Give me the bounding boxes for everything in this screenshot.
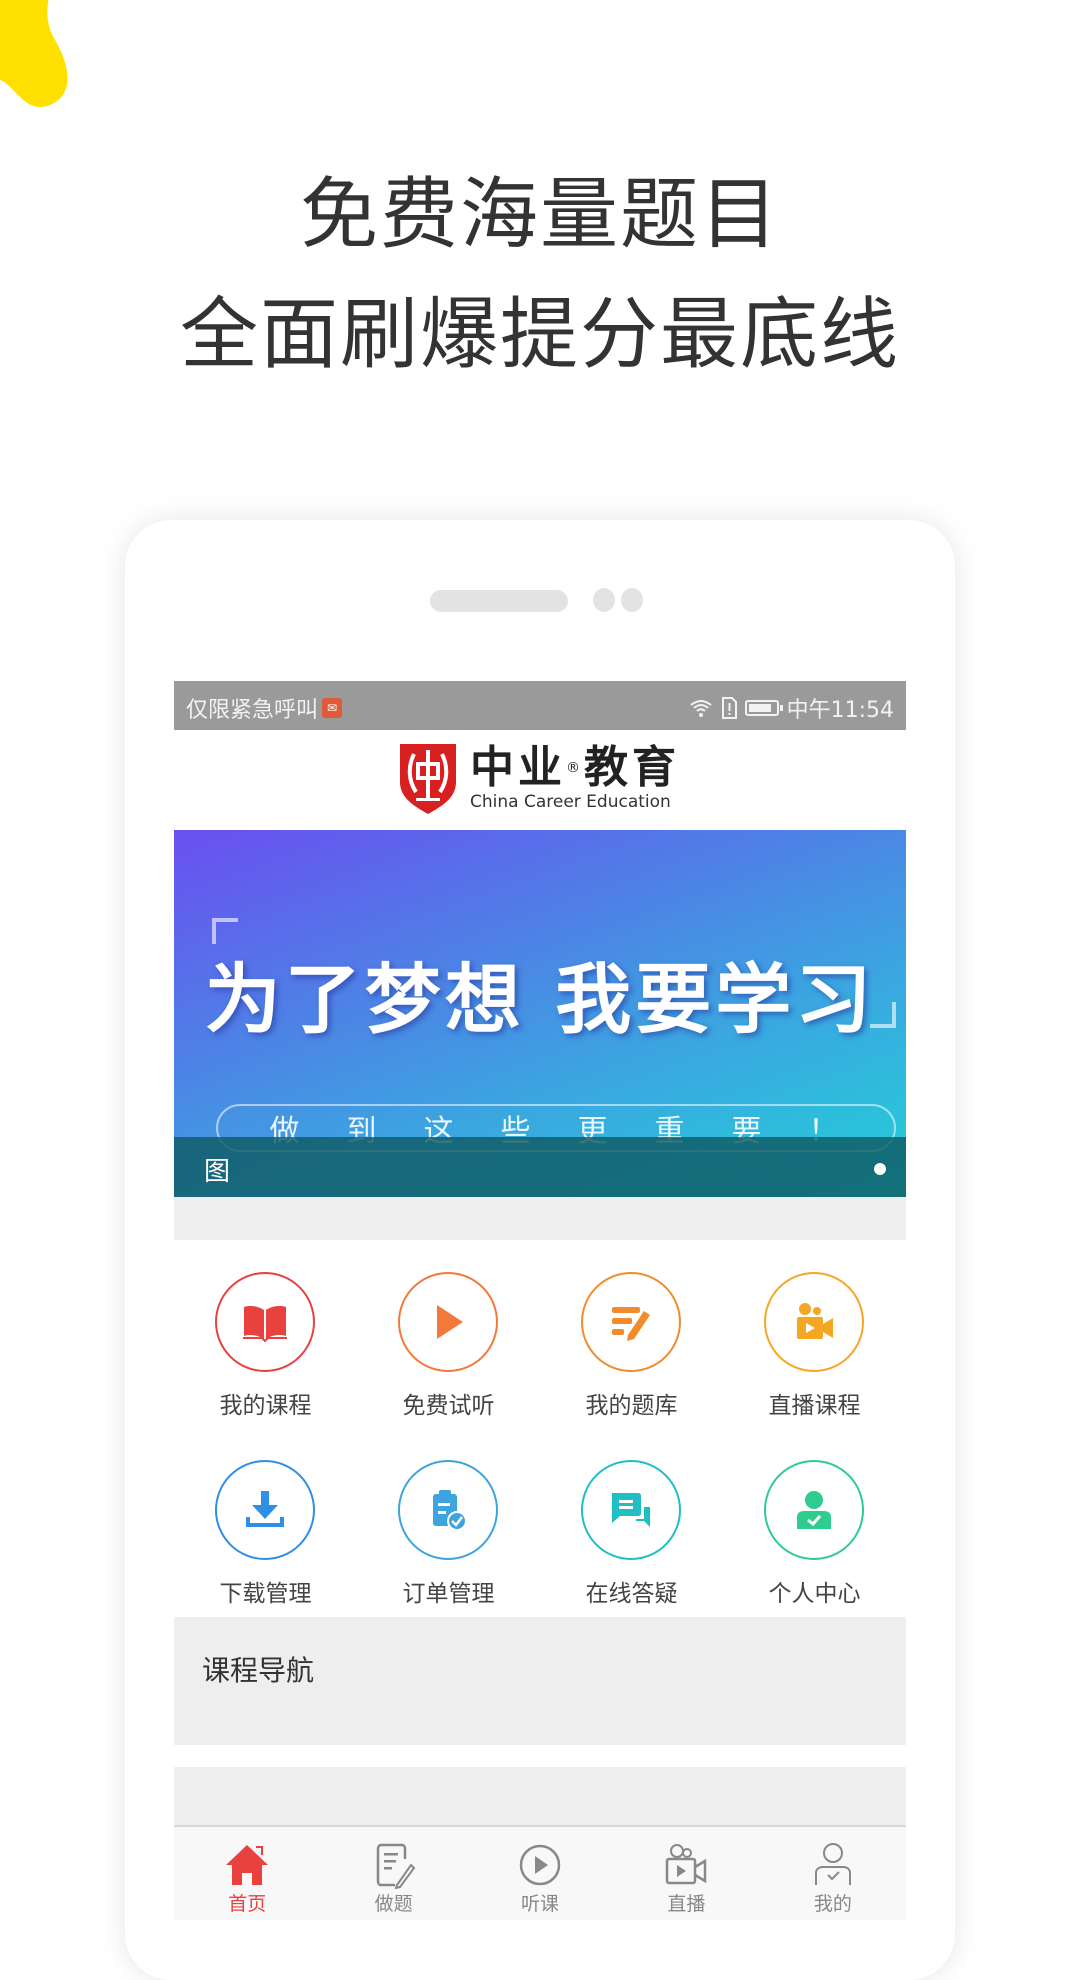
play-icon: [437, 1305, 463, 1339]
grid-item-label: 在线答疑: [585, 1581, 678, 1607]
section-divider: [174, 1745, 906, 1767]
user-check-icon: [797, 1491, 831, 1529]
icon-circle: [764, 1272, 864, 1372]
icon-circle: [398, 1460, 498, 1560]
grid-item-orders[interactable]: 订单管理: [357, 1460, 540, 1630]
grid-item-online-qa[interactable]: 在线答疑: [540, 1460, 723, 1630]
status-bar: 仅限紧急呼叫 ✉ 中午11:54: [174, 681, 906, 730]
content-placeholder: [174, 1767, 906, 1825]
video-camera-icon: [666, 1844, 707, 1885]
phone-camera: [621, 588, 643, 612]
battery-icon: [744, 700, 783, 716]
grid-item-label: 直播课程: [768, 1393, 861, 1419]
brand-name-cn-2: 教育: [584, 742, 680, 793]
yellow-blob-decoration: [0, 0, 68, 107]
course-navigation-section: 课程导航: [174, 1617, 906, 1745]
icon-circle: [215, 1460, 315, 1560]
brand-shield-icon: [400, 744, 456, 814]
tab-label: 我的: [813, 1893, 852, 1915]
user-icon: [814, 1843, 851, 1885]
phone-sensor: [593, 588, 615, 612]
registered-mark: ®: [566, 760, 584, 776]
grid-item-label: 我的课程: [219, 1393, 312, 1419]
tab-practice[interactable]: 做题: [320, 1827, 466, 1920]
book-icon: [243, 1306, 287, 1343]
tab-label: 直播: [667, 1893, 706, 1915]
icon-circle: [581, 1460, 681, 1560]
section-divider: [174, 1197, 906, 1240]
grid-item-label: 个人中心: [768, 1581, 861, 1607]
tab-lectures[interactable]: 听课: [467, 1827, 613, 1920]
tab-live[interactable]: 直播: [613, 1827, 759, 1920]
promo-headline-1: 免费海量题目: [299, 170, 780, 260]
notepad-pen-icon: [376, 1843, 415, 1889]
grid-item-question-bank[interactable]: 我的题库: [540, 1272, 723, 1442]
tab-label: 首页: [228, 1893, 267, 1915]
home-icon: [226, 1845, 269, 1885]
icon-circle: [581, 1272, 681, 1372]
status-carrier-text: 仅限紧急呼叫: [186, 698, 319, 723]
carousel-indicator-dot[interactable]: [874, 1163, 886, 1175]
wifi-icon: [689, 700, 712, 717]
banner-title: 为了梦想 我要学习: [204, 955, 876, 1044]
grid-item-label: 订单管理: [402, 1581, 495, 1607]
grid-item-label: 我的题库: [585, 1393, 678, 1419]
grid-item-my-courses[interactable]: 我的课程: [174, 1272, 357, 1442]
app-header: 中业®教育 China Career Education: [174, 730, 906, 830]
grid-item-label: 免费试听: [402, 1393, 495, 1419]
app-notification-icon: ✉: [322, 698, 343, 718]
grid-item-downloads[interactable]: 下载管理: [174, 1460, 357, 1630]
banner-caption-text: 图: [204, 1157, 231, 1187]
grid-item-profile[interactable]: 个人中心: [723, 1460, 906, 1630]
download-icon: [246, 1491, 284, 1527]
video-camera-icon: [797, 1303, 833, 1339]
chat-icon: [612, 1493, 650, 1527]
phone-speaker: [430, 590, 568, 612]
tab-home[interactable]: 首页: [174, 1827, 320, 1920]
edit-list-icon: [612, 1307, 650, 1341]
feature-grid: 我的课程 免费试听 我的题库 直播课程 下载管理 订单管理 在线答疑 个人中心: [174, 1240, 906, 1616]
status-time: 中午11:54: [786, 698, 894, 723]
promo-headline-2: 全面刷爆提分最底线: [179, 290, 900, 380]
banner-caption-bar: 图: [174, 1137, 906, 1197]
play-circle-icon: [519, 1844, 561, 1886]
grid-item-label: 下载管理: [219, 1581, 312, 1607]
grid-item-live-courses[interactable]: 直播课程: [723, 1272, 906, 1442]
clipboard-check-icon: [433, 1490, 467, 1531]
grid-item-free-trial[interactable]: 免费试听: [357, 1272, 540, 1442]
icon-circle: [398, 1272, 498, 1372]
tab-me[interactable]: 我的: [760, 1827, 906, 1920]
tab-label: 做题: [374, 1893, 413, 1915]
bottom-tab-bar: 首页 做题 听课 直播 我的: [174, 1825, 906, 1920]
brand-logo: 中业®教育 China Career Education: [396, 740, 680, 816]
brand-name-en: China Career Education: [470, 792, 671, 812]
promo-banner-carousel[interactable]: 为了梦想 我要学习 做到这些更重要！ 图: [174, 830, 906, 1197]
icon-circle: [764, 1460, 864, 1560]
icon-circle: [215, 1272, 315, 1372]
brand-name-cn: 中业: [470, 742, 566, 793]
sim-alert-icon: [721, 697, 737, 719]
section-title: 课程导航: [202, 1654, 315, 1687]
app-screen: 仅限紧急呼叫 ✉ 中午11:54 中业®教育 China Career Educ…: [174, 681, 906, 1920]
tab-label: 听课: [521, 1893, 560, 1915]
